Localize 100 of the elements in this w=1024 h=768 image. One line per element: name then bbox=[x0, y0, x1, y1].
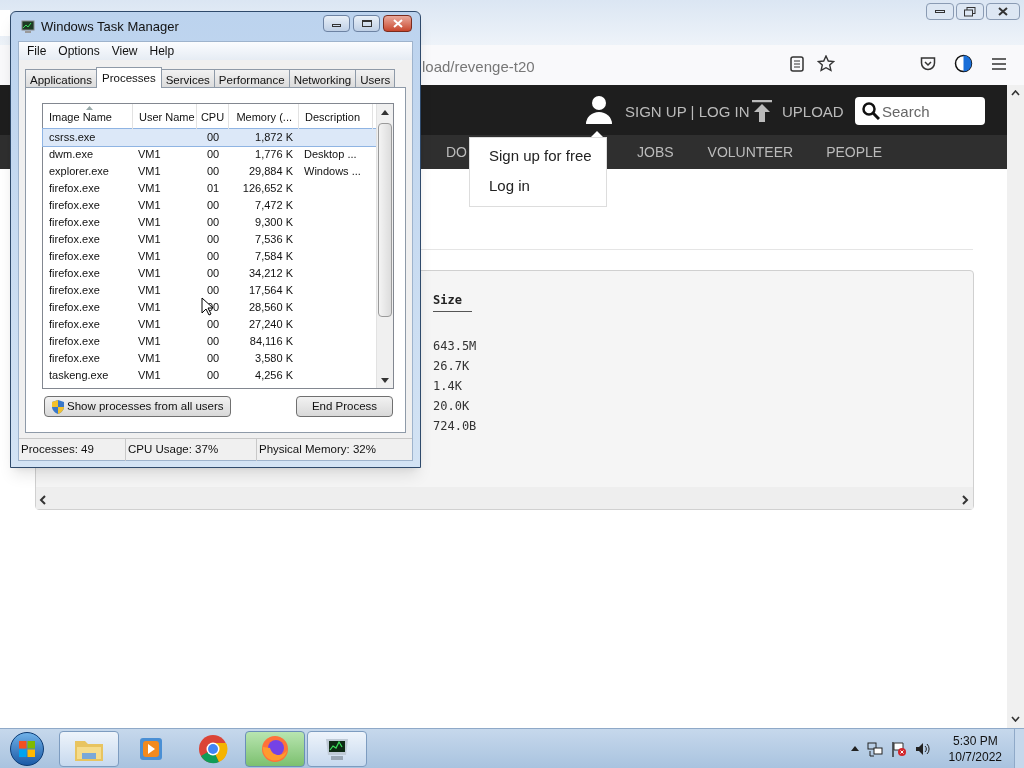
bookmark-star-icon[interactable] bbox=[817, 55, 835, 72]
process-row[interactable]: dwm.exe VM1 00 1,776 K Desktop ... bbox=[43, 146, 376, 163]
chrome-icon bbox=[198, 733, 228, 764]
nav-link[interactable]: VOLUNTEER bbox=[707, 141, 794, 163]
table-cell: 9,300 K bbox=[255, 216, 293, 229]
table-cell: VM1 bbox=[138, 267, 161, 280]
scroll-up-icon[interactable] bbox=[1011, 90, 1020, 96]
menu-item[interactable]: Help bbox=[143, 42, 181, 60]
upload-link[interactable]: UPLOAD bbox=[782, 101, 844, 124]
close-button[interactable] bbox=[383, 15, 412, 32]
nav-link[interactable]: JOBS bbox=[637, 141, 674, 163]
close-icon bbox=[998, 7, 1008, 16]
scroll-down-icon[interactable] bbox=[1011, 716, 1020, 722]
table-cell: 7,472 K bbox=[255, 199, 293, 212]
process-row[interactable]: firefox.exe VM1 00 7,536 K bbox=[43, 231, 376, 248]
process-row[interactable]: firefox.exe VM1 00 9,300 K bbox=[43, 214, 376, 231]
table-cell: 4,256 K bbox=[255, 369, 293, 382]
table-cell: firefox.exe bbox=[49, 335, 100, 348]
minimize-button[interactable] bbox=[926, 3, 954, 20]
table-cell: VM1 bbox=[138, 199, 161, 212]
menu-item[interactable]: View bbox=[105, 42, 144, 60]
table-cell: 27,240 K bbox=[248, 318, 293, 331]
column-header[interactable]: Size bbox=[433, 291, 472, 312]
table-cell: Desktop ... bbox=[304, 148, 357, 161]
menu-item[interactable]: Log in bbox=[489, 175, 530, 198]
process-row[interactable]: firefox.exe VM1 00 17,564 K bbox=[43, 282, 376, 299]
network-icon[interactable] bbox=[866, 740, 883, 757]
pocket-icon[interactable] bbox=[920, 56, 936, 71]
minimize-button[interactable] bbox=[323, 15, 350, 32]
table-cell: dwm.exe bbox=[49, 148, 94, 161]
tab[interactable]: Processes bbox=[96, 67, 162, 88]
start-button[interactable] bbox=[10, 731, 44, 766]
flag-icon[interactable] bbox=[890, 740, 907, 757]
search-field[interactable]: Search bbox=[855, 97, 985, 125]
address-text[interactable]: load/revenge-t20 bbox=[422, 56, 535, 79]
tab[interactable]: Users bbox=[355, 69, 396, 87]
process-row[interactable]: firefox.exe VM1 00 7,584 K bbox=[43, 248, 376, 265]
table-cell: 00 bbox=[206, 318, 220, 331]
table-cell: 00 bbox=[206, 165, 220, 178]
clock[interactable]: 5:30 PM 10/7/2022 bbox=[948, 732, 1002, 765]
menu-item[interactable]: Options bbox=[52, 42, 106, 60]
table-cell: VM1 bbox=[138, 369, 161, 382]
table-cell: firefox.exe bbox=[49, 352, 100, 365]
table-cell: taskeng.exe bbox=[49, 369, 109, 382]
nav-link[interactable]: PEOPLE bbox=[826, 141, 883, 163]
table-cell: VM1 bbox=[138, 216, 161, 229]
process-row[interactable]: firefox.exe VM1 00 27,240 K bbox=[43, 316, 376, 333]
table-cell: firefox.exe bbox=[49, 250, 100, 263]
show-hidden-icons-icon[interactable] bbox=[850, 746, 859, 751]
upload-icon[interactable] bbox=[752, 100, 772, 122]
menu-icon[interactable] bbox=[992, 58, 1006, 70]
tab[interactable]: Networking bbox=[288, 69, 357, 87]
scroll-up-icon[interactable] bbox=[381, 110, 389, 115]
scroll-thumb[interactable] bbox=[378, 123, 392, 317]
window-title: Windows Task Manager bbox=[41, 17, 179, 36]
process-row[interactable]: firefox.exe VM1 01 126,652 K bbox=[43, 180, 376, 197]
sort-arrow-icon bbox=[86, 106, 93, 110]
table-cell: 00 bbox=[206, 216, 220, 229]
clock-date: 10/7/2022 bbox=[948, 748, 1002, 765]
taskbar-button[interactable] bbox=[307, 730, 367, 767]
file-size: 20.0K bbox=[433, 398, 470, 415]
nav-link[interactable]: DO bbox=[446, 141, 467, 163]
process-row[interactable]: firefox.exe VM1 00 3,580 K bbox=[43, 350, 376, 367]
account-link[interactable]: SIGN UP | LOG IN bbox=[625, 101, 750, 124]
table-cell: firefox.exe bbox=[49, 233, 100, 246]
table-cell: Windows ... bbox=[304, 165, 361, 178]
end-process-button[interactable]: End Process bbox=[296, 396, 393, 417]
scroll-left-icon[interactable] bbox=[39, 495, 46, 505]
process-row[interactable]: firefox.exe VM1 00 7,472 K bbox=[43, 197, 376, 214]
reader-view-icon[interactable] bbox=[790, 56, 804, 72]
menu-item[interactable]: File bbox=[21, 42, 53, 60]
maximize-button[interactable] bbox=[353, 15, 380, 32]
process-row[interactable]: taskeng.exe VM1 00 4,256 K bbox=[43, 367, 376, 384]
close-button[interactable] bbox=[986, 3, 1020, 20]
menu-item[interactable]: Sign up for free bbox=[489, 145, 592, 168]
table-cell: 00 bbox=[206, 267, 220, 280]
task-manager-icon bbox=[20, 19, 36, 34]
show-all-users-button[interactable]: Show processes from all users bbox=[44, 396, 231, 417]
process-row[interactable]: firefox.exe VM1 00 34,212 K bbox=[43, 265, 376, 282]
table-cell: 00 bbox=[206, 233, 220, 246]
table-cell: VM1 bbox=[138, 148, 161, 161]
process-row[interactable]: firefox.exe VM1 00 84,116 K bbox=[43, 333, 376, 350]
scroll-right-icon[interactable] bbox=[962, 495, 969, 505]
tab[interactable]: Services bbox=[160, 69, 215, 87]
contrast-icon[interactable] bbox=[954, 54, 973, 73]
table-cell: firefox.exe bbox=[49, 199, 100, 212]
restore-icon bbox=[964, 6, 976, 17]
user-icon[interactable] bbox=[585, 95, 613, 125]
restore-button[interactable] bbox=[956, 3, 984, 20]
status-text: Processes: 49 bbox=[21, 441, 94, 457]
tab[interactable]: Applications bbox=[25, 69, 97, 87]
table-cell: 01 bbox=[206, 182, 220, 195]
process-row[interactable]: explorer.exe VM1 00 29,884 K Windows ... bbox=[43, 163, 376, 180]
tab[interactable]: Performance bbox=[213, 69, 290, 87]
process-row[interactable]: csrss.exe 00 1,872 K bbox=[43, 129, 376, 146]
table-cell: 00 bbox=[206, 199, 220, 212]
table-cell: VM1 bbox=[138, 352, 161, 365]
scroll-down-icon[interactable] bbox=[381, 378, 389, 383]
table-cell: 126,652 K bbox=[242, 182, 293, 195]
table-cell: 7,584 K bbox=[255, 250, 293, 263]
